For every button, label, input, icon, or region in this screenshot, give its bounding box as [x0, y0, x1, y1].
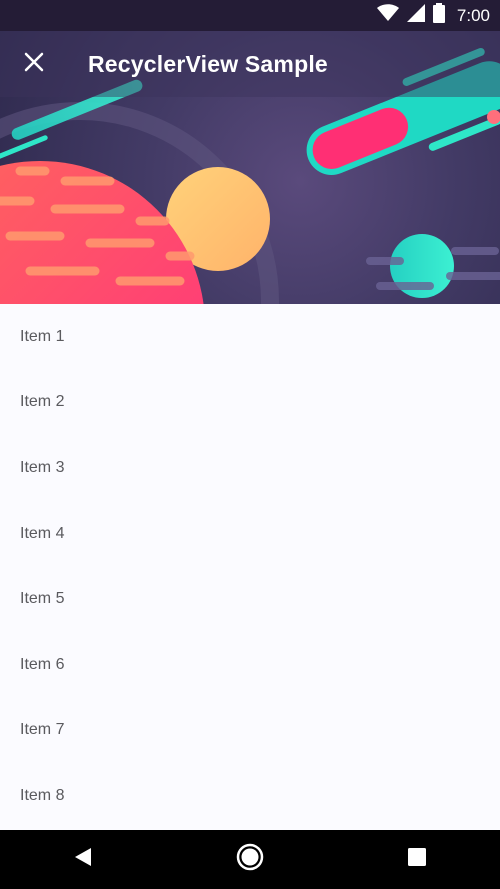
recents-button[interactable] [387, 835, 447, 885]
back-button[interactable] [53, 835, 113, 885]
list-item-label: Item 2 [20, 393, 65, 411]
recents-icon [407, 848, 426, 871]
list-item[interactable]: Item 1 [0, 304, 500, 370]
back-icon [73, 847, 93, 872]
list-item-label: Item 6 [20, 655, 65, 673]
navigation-bar [0, 830, 500, 889]
list-item-label: Item 4 [20, 524, 65, 542]
status-icons: 7:00 [376, 0, 490, 31]
list-item[interactable]: Item 2 [0, 370, 500, 436]
recycler-list[interactable]: Item 1 Item 2 Item 3 Item 4 Item 5 Item … [0, 304, 500, 830]
list-item[interactable]: Item 6 [0, 632, 500, 698]
status-bar: 7:00 [0, 0, 500, 31]
list-item[interactable]: Item 4 [0, 501, 500, 567]
list-item[interactable]: Item 8 [0, 763, 500, 829]
close-icon [24, 52, 44, 77]
list-item[interactable]: Item 3 [0, 435, 500, 501]
signal-icon [406, 4, 425, 27]
home-button[interactable] [220, 835, 280, 885]
wifi-icon [376, 4, 399, 27]
app-bar: RecyclerView Sample [0, 31, 500, 97]
list-item-label: Item 3 [20, 458, 65, 476]
status-time: 7:00 [456, 5, 490, 25]
app-title: RecyclerView Sample [88, 51, 328, 77]
list-item[interactable]: Item 5 [0, 566, 500, 632]
list-item-label: Item 5 [20, 590, 65, 608]
list-item-label: Item 1 [20, 327, 65, 345]
home-icon [236, 843, 264, 876]
list-item[interactable]: Item 7 [0, 698, 500, 764]
battery-icon [432, 3, 445, 28]
close-button[interactable] [14, 44, 54, 84]
list-item-label: Item 7 [20, 721, 65, 739]
list-item-label: Item 8 [20, 786, 65, 804]
